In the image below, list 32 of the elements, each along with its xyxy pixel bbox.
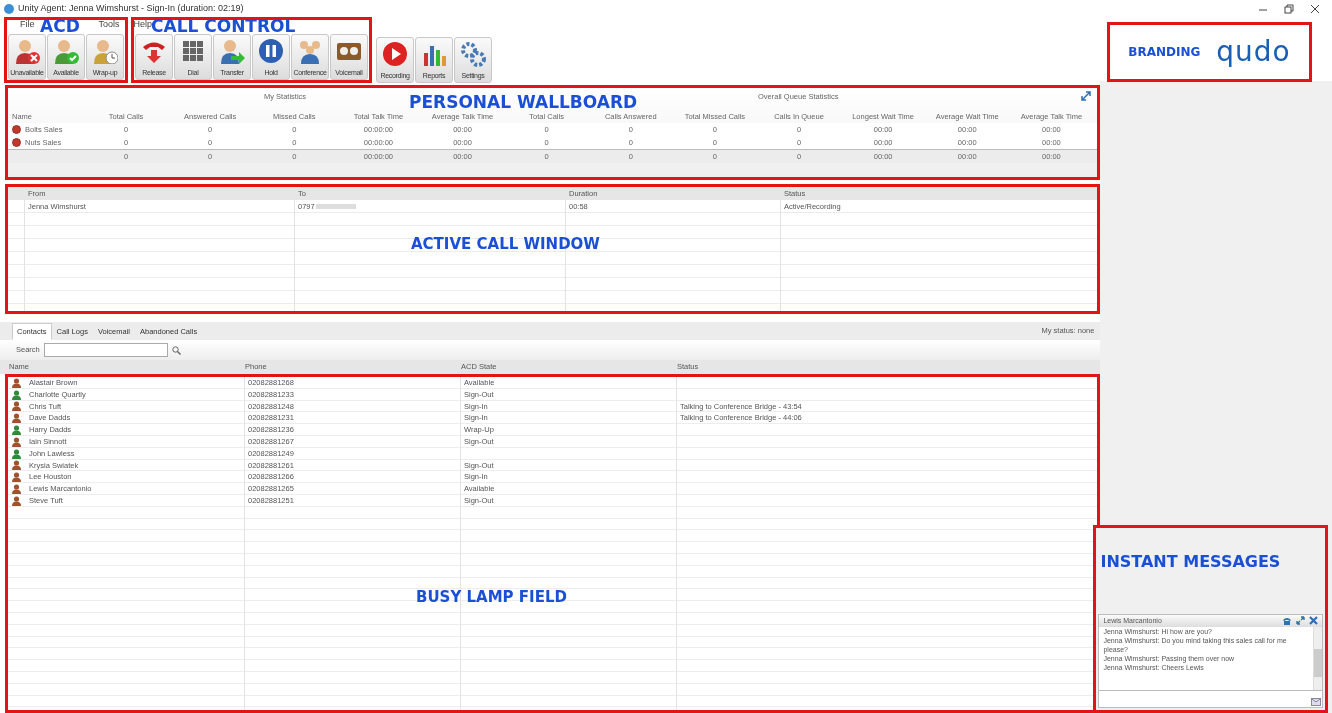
people-icon — [297, 38, 323, 64]
expand-icon[interactable] — [1081, 91, 1092, 101]
brand-logo: qudo — [1216, 34, 1291, 70]
menu-item[interactable]: Help — [133, 18, 153, 30]
scrollbar[interactable] — [1313, 626, 1322, 690]
menu-item[interactable]: File — [20, 18, 35, 30]
search-field[interactable] — [43, 343, 168, 357]
send-icon[interactable] — [1311, 698, 1321, 706]
pause-icon — [258, 38, 284, 64]
window-title: Unity Agent: Jenna Wimshurst - Sign-In (duration: 02:19) — [18, 2, 244, 16]
search-icon[interactable] — [171, 345, 181, 355]
close-icon[interactable] — [1309, 616, 1318, 626]
expand-icon[interactable] — [1296, 616, 1305, 626]
phone-icon[interactable] — [1282, 616, 1292, 626]
app-icon — [4, 4, 14, 14]
record-icon — [382, 41, 408, 67]
person-check-icon — [53, 38, 79, 64]
redaction-blur — [315, 204, 356, 209]
annotation-label: BUSY LAMP FIELD — [415, 590, 568, 605]
menu-item[interactable]: Tools — [98, 18, 120, 30]
annotation-label: ACD — [39, 18, 81, 35]
gears-icon — [460, 41, 486, 67]
person-cross-icon — [14, 38, 40, 64]
annotation-label: ACTIVE CALL WINDOW — [410, 237, 601, 252]
restore-icon[interactable] — [1284, 4, 1294, 14]
keypad-icon — [180, 38, 206, 64]
annotation-label: BRANDING — [1128, 44, 1201, 61]
annotation-label: PERSONAL WALLBOARD — [408, 94, 639, 111]
person-arrow-icon — [219, 38, 245, 64]
person-clock-icon — [92, 38, 118, 64]
close-icon[interactable] — [1310, 4, 1320, 14]
annotation-label: INSTANT MESSAGES — [1099, 551, 1282, 573]
